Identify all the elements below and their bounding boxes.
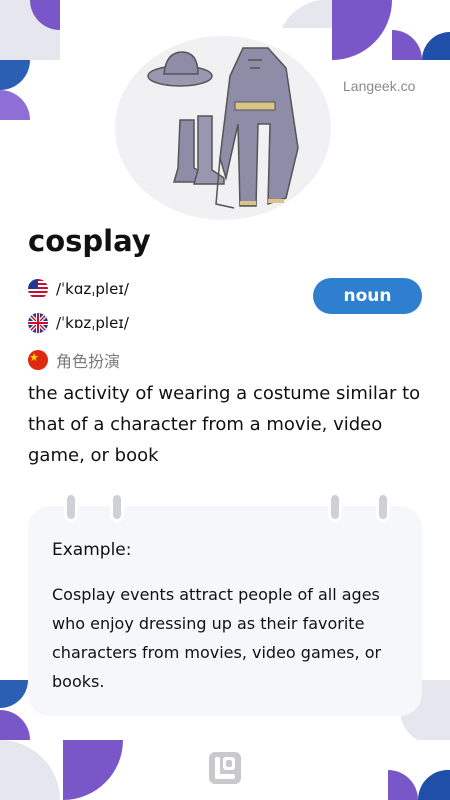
pronunciation-us-ipa: /ˈkɑzˌpleɪ/ bbox=[56, 280, 129, 298]
example-card: Example: Cosplay events attract people o… bbox=[28, 492, 422, 716]
pronunciation-us[interactable]: /ˈkɑzˌpleɪ/ bbox=[28, 279, 129, 299]
part-of-speech-badge[interactable]: noun bbox=[313, 278, 422, 314]
example-sentence: Cosplay events attract people of all age… bbox=[52, 585, 382, 691]
costume-illustration bbox=[115, 36, 331, 220]
example-label: Example: bbox=[52, 540, 132, 560]
us-flag-icon bbox=[28, 279, 48, 299]
definition-text: the activity of wearing a costume simila… bbox=[28, 383, 421, 466]
langeek-logo-icon bbox=[209, 752, 241, 784]
uk-flag-icon bbox=[28, 313, 48, 333]
pronunciation-uk-ipa: /ˈkɒzˌpleɪ/ bbox=[56, 314, 129, 332]
binder-ring bbox=[376, 492, 390, 522]
headword: cosplay bbox=[28, 224, 151, 258]
translation-text: 角色扮演 bbox=[56, 352, 121, 371]
langeek-watermark: Langeek.co bbox=[343, 78, 416, 94]
binder-ring bbox=[110, 492, 124, 522]
china-flag-icon bbox=[28, 350, 48, 370]
binder-ring bbox=[328, 492, 342, 522]
top-left-decoration bbox=[0, 0, 60, 120]
translation-row: 角色扮演 bbox=[28, 348, 120, 372]
pronunciation-uk[interactable]: /ˈkɒzˌpleɪ/ bbox=[28, 313, 129, 333]
binder-ring bbox=[64, 492, 78, 522]
